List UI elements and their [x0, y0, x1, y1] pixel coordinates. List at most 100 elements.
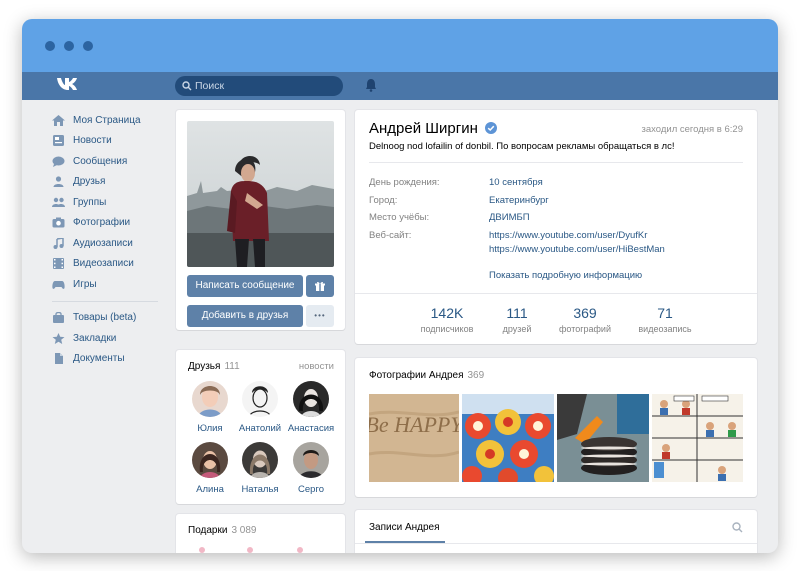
photo-image	[462, 394, 554, 482]
friend-name: Юлия	[197, 423, 223, 434]
gift-icon	[315, 281, 325, 291]
profile-status: Delnoog nod lofailin of donbil. По вопро…	[369, 141, 675, 152]
window-close-dot[interactable]	[45, 41, 55, 51]
document-icon	[55, 353, 63, 365]
wall-tab[interactable]: Записи Андрея	[369, 522, 440, 533]
gamepad-icon	[52, 280, 65, 289]
verified-icon	[485, 122, 498, 134]
vk-logo-icon	[57, 78, 77, 90]
avatar	[192, 442, 228, 478]
friend-name: Серго	[298, 484, 324, 495]
search-icon[interactable]	[732, 522, 743, 533]
nav-item-my-page[interactable]: Моя Страница	[52, 110, 162, 131]
window-maximize-dot[interactable]	[83, 41, 93, 51]
stat-label: видеозапись	[638, 324, 692, 334]
avatar	[293, 442, 329, 478]
more-actions-button[interactable]: •••	[306, 305, 334, 327]
friend-item[interactable]: Анастасия	[286, 381, 336, 434]
friends-count: 111	[224, 361, 240, 372]
friends-news-link[interactable]: новости	[299, 361, 334, 372]
info-value-education[interactable]: ДВИМБП	[489, 212, 530, 223]
photo-thumbnail[interactable]: Be HAPPY	[369, 394, 459, 482]
nav-item-label: Новости	[73, 135, 112, 147]
search-box[interactable]	[175, 76, 343, 96]
nav-item-bookmarks[interactable]: Закладки	[52, 328, 162, 349]
info-label-city: Город:	[369, 195, 398, 206]
nav-item-documents[interactable]: Документы	[52, 349, 162, 370]
friend-item[interactable]: Анатолий	[235, 381, 285, 434]
nav-item-messages[interactable]: Сообщения	[52, 151, 162, 172]
nav-item-label: Фотографии	[73, 217, 131, 229]
profile-photo-image	[187, 121, 334, 267]
profile-name: Андрей Ширгин	[369, 120, 478, 137]
nav-item-label: Видеозаписи	[73, 258, 134, 270]
nav-item-goods[interactable]: Товары (beta)	[52, 308, 162, 329]
nav-item-label: Группы	[73, 196, 107, 208]
search-input[interactable]	[195, 76, 335, 96]
nav-item-label: Товары (beta)	[73, 312, 137, 324]
bell-icon[interactable]	[365, 78, 377, 92]
browser-window: Моя Страница Новости Сообщения Друзья Гр…	[22, 19, 778, 553]
gift-thumbnails	[199, 547, 303, 553]
home-icon	[52, 114, 65, 126]
nav-item-label: Игры	[73, 278, 97, 290]
stat-videos[interactable]: 71 видеозапись	[625, 305, 705, 334]
show-more-info-link[interactable]: Показать подробную информацию	[489, 270, 642, 281]
stat-label: подписчиков	[420, 324, 474, 334]
profile-photo-card: Написать сообщение Добавить в друзья •••	[176, 110, 345, 330]
nav-item-label: Документы	[73, 353, 125, 365]
info-label-education: Место учёбы:	[369, 212, 430, 223]
avatar	[293, 381, 329, 417]
info-value-city[interactable]: Екатеринбург	[489, 195, 549, 206]
info-label-birthday: День рождения:	[369, 177, 440, 188]
gift-button[interactable]	[306, 275, 334, 297]
window-minimize-dot[interactable]	[64, 41, 74, 51]
nav-item-photos[interactable]: Фотографии	[52, 213, 162, 234]
nav-item-audio[interactable]: Аудиозаписи	[52, 233, 162, 254]
send-message-button[interactable]: Написать сообщение	[187, 275, 303, 297]
nav-item-label: Закладки	[73, 332, 117, 344]
divider	[369, 162, 743, 163]
nav-item-label: Аудиозаписи	[73, 237, 133, 249]
friend-item[interactable]: Алина	[185, 442, 235, 495]
gifts-title[interactable]: Подарки 3 089	[188, 525, 256, 536]
photo-thumbnail[interactable]	[462, 394, 554, 482]
friend-item[interactable]: Серго	[286, 442, 336, 495]
stat-followers[interactable]: 142K подписчиков	[407, 305, 487, 334]
info-value-birthday[interactable]: 10 сентября	[489, 177, 543, 188]
profile-photo[interactable]	[187, 121, 334, 267]
info-value-website-2[interactable]: https://www.youtube.com/user/HiBestMan	[489, 244, 665, 255]
nav-item-news[interactable]: Новости	[52, 131, 162, 152]
gifts-count: 3 089	[231, 525, 257, 536]
gifts-card: Подарки 3 089	[176, 514, 345, 553]
nav-item-friends[interactable]: Друзья	[52, 172, 162, 193]
friends-title-label: Друзья	[188, 361, 221, 372]
photo-thumbnail[interactable]	[557, 394, 649, 482]
info-label-website: Веб-сайт:	[369, 230, 412, 241]
photo-image	[557, 394, 649, 482]
stat-number: 71	[657, 305, 673, 321]
camera-icon	[52, 217, 65, 228]
vk-logo[interactable]	[56, 76, 80, 96]
video-icon	[53, 258, 64, 270]
nav-item-video[interactable]: Видеозаписи	[52, 254, 162, 275]
avatar	[192, 381, 228, 417]
nav-item-groups[interactable]: Группы	[52, 192, 162, 213]
add-friend-button[interactable]: Добавить в друзья	[187, 305, 303, 327]
news-icon	[53, 135, 64, 147]
photo-thumbnail[interactable]	[652, 394, 743, 482]
friend-item[interactable]: Наталья	[235, 442, 285, 495]
info-value-website-1[interactable]: https://www.youtube.com/user/DyufKr	[489, 230, 647, 241]
friend-item[interactable]: Юлия	[185, 381, 235, 434]
stat-number: 369	[573, 305, 597, 321]
stat-photos[interactable]: 369 фотографий	[545, 305, 625, 334]
gifts-title-label: Подарки	[188, 525, 228, 536]
profile-name-row: Андрей Ширгин	[369, 120, 498, 137]
window-titlebar	[22, 19, 778, 72]
nav-item-games[interactable]: Игры	[52, 274, 162, 295]
friend-name: Алина	[196, 484, 224, 495]
photos-title[interactable]: Фотографии Андрея 369	[369, 370, 484, 381]
nav-item-label: Друзья	[73, 176, 106, 188]
friends-title[interactable]: Друзья 111	[188, 361, 240, 372]
nav-item-label: Сообщения	[73, 155, 128, 167]
